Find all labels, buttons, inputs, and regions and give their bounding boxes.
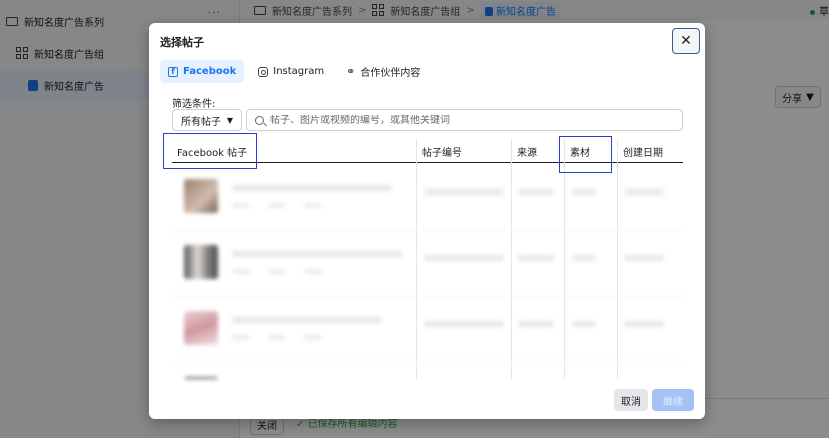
- post-meta-placeholder: [268, 269, 286, 274]
- dialog-footer: 取消 继续: [149, 383, 705, 419]
- date-placeholder: [624, 255, 664, 261]
- posts-table: Facebook 帖子 帖子编号 来源 素材 创建日期: [163, 133, 683, 379]
- post-text-placeholder: [232, 317, 382, 323]
- date-placeholder: [624, 321, 664, 327]
- post-thumbnail: [184, 311, 218, 345]
- source-placeholder: [518, 321, 554, 327]
- post-meta-placeholder: [232, 269, 250, 274]
- column-header-post-id[interactable]: 帖子编号: [422, 139, 462, 163]
- highlight-box: [163, 133, 257, 169]
- select-post-dialog: 选择帖子 ✕ f Facebook Instagram ⚭ 合作伙伴内容 筛选条…: [149, 23, 705, 419]
- highlight-box: [559, 136, 612, 173]
- filter-label: 筛选条件:: [172, 99, 216, 110]
- asset-placeholder: [572, 321, 596, 327]
- post-thumbnail: [184, 245, 218, 279]
- post-thumbnail: [184, 179, 218, 213]
- post-meta-placeholder: [268, 203, 286, 208]
- table-body: [172, 165, 683, 379]
- continue-button[interactable]: 继续: [652, 389, 694, 411]
- post-meta-placeholder: [232, 335, 250, 340]
- table-row[interactable]: [172, 363, 683, 379]
- post-meta-placeholder: [304, 269, 322, 274]
- table-row[interactable]: [172, 231, 683, 297]
- filter-selected-value: 所有帖子: [181, 116, 221, 128]
- post-meta-placeholder: [304, 203, 322, 208]
- tab-facebook[interactable]: f Facebook: [160, 60, 245, 83]
- close-icon: ✕: [680, 33, 692, 49]
- caret-down-icon: ▼: [226, 115, 233, 125]
- column-header-created-date[interactable]: 创建日期: [623, 139, 663, 163]
- search-input[interactable]: [270, 114, 670, 126]
- post-meta-placeholder: [268, 335, 286, 340]
- handshake-icon: ⚭: [346, 65, 356, 78]
- dialog-title: 选择帖子: [160, 36, 204, 49]
- tab-label: Instagram: [273, 66, 325, 77]
- asset-placeholder: [572, 189, 596, 195]
- cancel-button[interactable]: 取消: [614, 389, 648, 411]
- facebook-icon: f: [168, 66, 178, 77]
- asset-placeholder: [572, 255, 596, 261]
- source-tabs: f Facebook Instagram ⚭ 合作伙伴内容: [160, 60, 428, 83]
- post-id-placeholder: [424, 189, 504, 195]
- tab-instagram[interactable]: Instagram: [250, 60, 332, 83]
- post-text-placeholder: [232, 251, 402, 257]
- source-placeholder: [518, 189, 554, 195]
- table-row[interactable]: [172, 165, 683, 231]
- post-text-placeholder: [232, 185, 392, 191]
- post-id-placeholder: [424, 321, 504, 327]
- instagram-icon: [258, 66, 269, 77]
- tab-label: 合作伙伴内容: [360, 68, 421, 79]
- post-thumbnail: [184, 377, 218, 379]
- tab-partner-content[interactable]: ⚭ 合作伙伴内容: [338, 60, 428, 83]
- post-filter-select[interactable]: 所有帖子 ▼: [172, 109, 242, 131]
- close-button[interactable]: ✕: [672, 28, 700, 54]
- post-meta-placeholder: [232, 203, 250, 208]
- post-id-placeholder: [424, 255, 504, 261]
- table-row[interactable]: [172, 297, 683, 363]
- date-placeholder: [624, 189, 664, 195]
- source-placeholder: [518, 255, 554, 261]
- search-field[interactable]: [246, 109, 683, 131]
- tab-label: Facebook: [183, 66, 237, 77]
- post-meta-placeholder: [304, 335, 322, 340]
- search-icon: [255, 115, 264, 125]
- column-header-source[interactable]: 来源: [517, 139, 537, 163]
